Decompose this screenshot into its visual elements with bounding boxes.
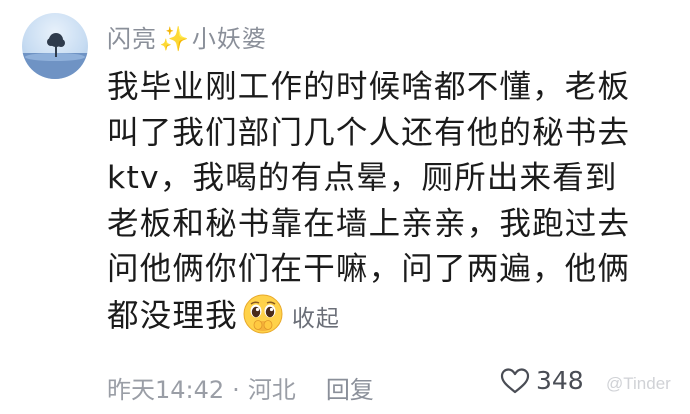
comment-line: 都没理我	[107, 297, 238, 334]
comment-line: 我毕业刚工作的时候啥都不懂，老板	[107, 69, 631, 105]
like-button[interactable]: 348	[500, 366, 584, 395]
pleading-face-icon	[243, 294, 283, 333]
comment-line: 叫了我们部门几个人还有他的秘书去	[107, 114, 631, 151]
timestamp: 昨天14:42	[107, 376, 225, 404]
heart-icon	[500, 367, 530, 393]
comment-line: 问他俩你们在干嘛，问了两遍，他俩	[107, 251, 631, 287]
collapse-button[interactable]: 收起	[292, 306, 340, 332]
reply-button[interactable]: 回复	[326, 376, 374, 404]
comment-meta: 昨天14:42 · 河北 回复	[107, 370, 374, 405]
sparkle-icon: ✨	[159, 25, 190, 53]
location: 河北	[247, 376, 296, 404]
like-count: 348	[536, 366, 584, 395]
meta-separator: ·	[232, 376, 240, 404]
avatar-image	[22, 33, 88, 79]
username[interactable]: 闪亮✨小妖婆	[107, 19, 267, 54]
username-left: 闪亮	[107, 25, 157, 53]
comment-line: ktv，我喝的有点晕，厕所出来看到	[107, 160, 618, 196]
username-right: 小妖婆	[191, 25, 267, 53]
watermark: @Tinder	[606, 374, 671, 393]
comment-line: 老板和秘书靠在墙上亲亲，我跑过去	[107, 205, 631, 242]
comment-text: 我毕业刚工作的时候啥都不懂，老板 叫了我们部门几个人还有他的秘书去 ktv，我喝…	[107, 65, 667, 342]
comment-last-line: 都没理我 收起	[107, 293, 667, 343]
avatar[interactable]	[22, 13, 88, 79]
